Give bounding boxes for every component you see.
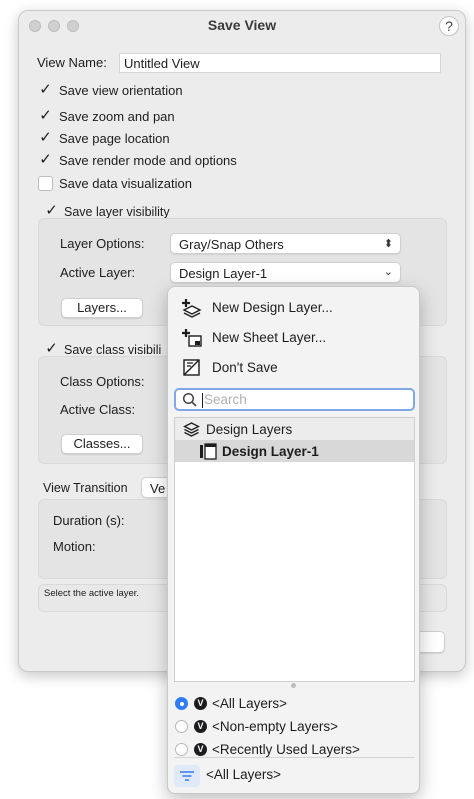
design-layer-icon: [200, 443, 217, 460]
filter-icon: [180, 771, 194, 781]
dont-save-label: Don't Save: [212, 360, 278, 375]
new-design-layer-icon: [182, 299, 202, 318]
motion-label: Motion:: [53, 539, 96, 554]
layer-options-value: Gray/Snap Others: [179, 237, 284, 252]
filter-all-layers-option[interactable]: V <All Layers>: [174, 693, 415, 715]
save-view-orientation-label: Save view orientation: [59, 83, 183, 98]
save-page-location-checkbox[interactable]: [38, 131, 53, 146]
layers-button[interactable]: Layers...: [61, 298, 143, 318]
save-render-mode-checkbox[interactable]: [38, 153, 53, 168]
chevron-down-icon: ⌄: [383, 266, 393, 278]
layer-list[interactable]: Design Layers Design Layer-1: [174, 417, 415, 682]
layer-options-label: Layer Options:: [60, 236, 145, 251]
new-sheet-layer-icon: [182, 329, 202, 347]
view-transition-label: View Transition: [43, 481, 128, 495]
filter-recently-used-layers-radio[interactable]: [175, 743, 188, 756]
save-data-visualization-label: Save data visualization: [59, 176, 192, 191]
save-layer-visibility-label: Save layer visibility: [64, 205, 170, 219]
new-design-layer-item[interactable]: New Design Layer...: [168, 295, 419, 321]
new-sheet-layer-item[interactable]: New Sheet Layer...: [168, 325, 419, 351]
active-layer-dropdown: New Design Layer... New Sheet Layer... D…: [167, 286, 420, 794]
save-page-location-label: Save page location: [59, 131, 170, 146]
search-placeholder: Search: [204, 392, 247, 407]
filter-non-empty-layers-radio[interactable]: [175, 720, 188, 733]
current-filter-label: <All Layers>: [206, 767, 282, 782]
dont-save-icon: [183, 359, 200, 376]
vectorworks-icon: V: [194, 743, 207, 756]
search-icon: [182, 392, 197, 407]
view-transition-value: Ve: [150, 481, 166, 496]
duration-label: Duration (s):: [53, 513, 125, 528]
status-text: Select the active layer.: [44, 588, 140, 599]
resize-handle[interactable]: [291, 683, 296, 688]
save-zoom-and-pan-label: Save zoom and pan: [59, 109, 175, 124]
filter-non-empty-layers-option[interactable]: V <Non-empty Layers>: [174, 716, 415, 738]
new-sheet-layer-label: New Sheet Layer...: [212, 330, 327, 345]
text-caret: [202, 393, 203, 408]
design-layers-header: Design Layers: [206, 422, 293, 437]
active-layer-label: Active Layer:: [60, 265, 136, 280]
up-down-chevron-icon: ⬍: [383, 238, 393, 250]
save-class-visibility-checkbox[interactable]: [44, 342, 59, 357]
save-layer-visibility-checkbox[interactable]: [44, 204, 59, 219]
filter-all-layers-label: <All Layers>: [212, 696, 288, 711]
filter-recently-used-layers-label: <Recently Used Layers>: [212, 742, 360, 757]
vectorworks-icon: V: [194, 697, 207, 710]
active-layer-popup[interactable]: Design Layer-1 ⌄: [170, 262, 401, 283]
save-class-visibility-label: Save class visibili: [64, 343, 162, 357]
dont-save-item[interactable]: Don't Save: [168, 355, 419, 381]
view-name-input[interactable]: Untitled View: [119, 53, 441, 73]
layer-options-popup[interactable]: Gray/Snap Others ⬍: [170, 233, 401, 254]
filter-all-layers-radio[interactable]: [175, 697, 188, 710]
active-layer-value: Design Layer-1: [179, 266, 268, 281]
filter-non-empty-layers-label: <Non-empty Layers>: [212, 719, 339, 734]
view-name-label: View Name:: [37, 55, 107, 70]
design-layers-group-row[interactable]: Design Layers: [175, 418, 414, 440]
layers-stack-icon: [183, 422, 200, 437]
save-render-mode-label: Save render mode and options: [59, 153, 237, 168]
design-layer-1-label: Design Layer-1: [222, 444, 319, 459]
active-class-label: Active Class:: [60, 402, 136, 417]
layer-search-input[interactable]: Search: [174, 388, 415, 411]
filter-menu-button[interactable]: [174, 765, 200, 787]
new-design-layer-label: New Design Layer...: [212, 300, 333, 315]
footer-divider: [174, 757, 415, 758]
classes-button[interactable]: Classes...: [61, 434, 143, 454]
window-title: Save View: [207, 17, 277, 33]
save-view-orientation-checkbox[interactable]: [38, 83, 53, 98]
save-data-visualization-checkbox[interactable]: [38, 176, 53, 191]
design-layer-1-row[interactable]: Design Layer-1: [175, 440, 414, 462]
help-button[interactable]: ?: [439, 16, 459, 36]
title-bar: Save View ?: [19, 11, 465, 41]
vectorworks-icon: V: [194, 720, 207, 733]
save-zoom-and-pan-checkbox[interactable]: [38, 109, 53, 124]
class-options-label: Class Options:: [60, 374, 145, 389]
